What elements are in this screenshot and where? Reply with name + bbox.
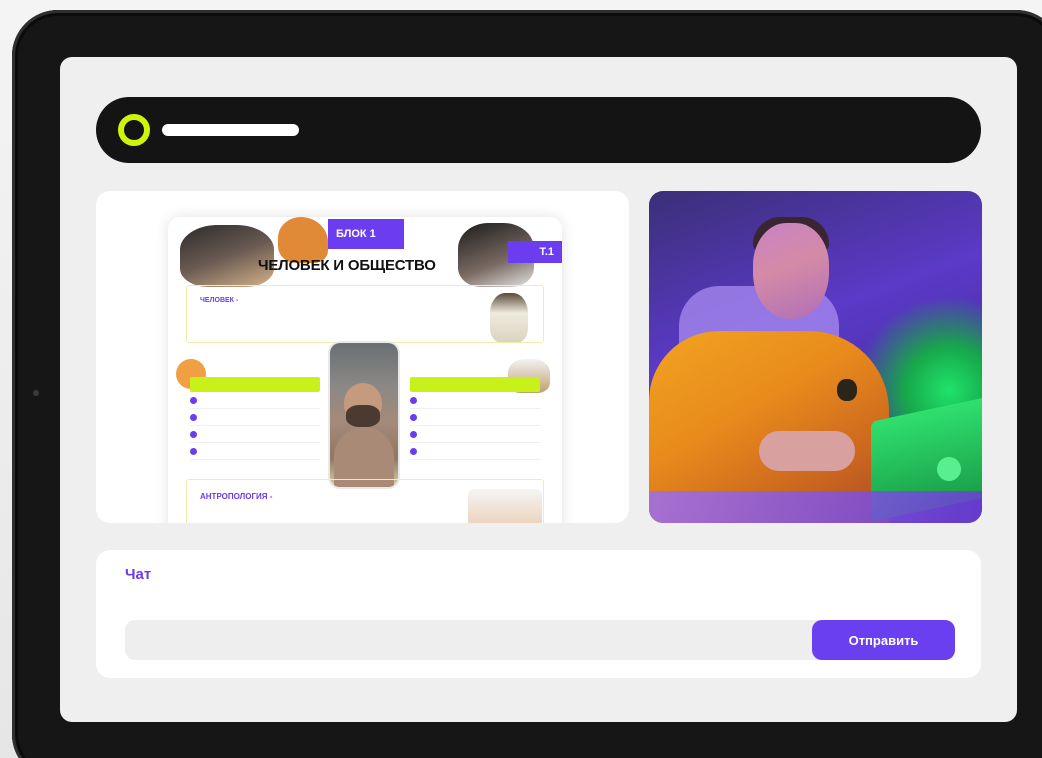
people-sticker-left	[180, 225, 274, 287]
photo-beard	[346, 405, 380, 427]
shirt-logo	[837, 379, 857, 401]
chat-title: Чат	[125, 566, 152, 583]
ring-icon	[118, 114, 150, 146]
label-person: ЧЕЛОВЕК -	[200, 297, 239, 304]
list-item	[190, 392, 320, 409]
app-screen: БЛОК 1 Т.1 ЧЕЛОВЕК И ОБЩЕСТВО ЧЕЛОВЕК -	[60, 57, 1017, 722]
top-bar	[96, 97, 981, 163]
desk-shape	[649, 491, 982, 523]
photo-body	[334, 427, 394, 487]
block-tag: БЛОК 1	[328, 219, 404, 249]
bullet-list-left	[190, 377, 320, 460]
topic-tag: Т.1	[508, 241, 562, 263]
chat-panel: Чат Отправить	[96, 550, 981, 678]
list-item	[410, 392, 540, 409]
highlight-bar-left	[190, 377, 320, 392]
camera-dot	[33, 390, 39, 396]
definition-box-anthropology	[186, 479, 544, 523]
list-item	[190, 426, 320, 443]
list-item	[410, 409, 540, 426]
label-anthropology: АНТРОПОЛОГИЯ -	[200, 492, 273, 501]
slide-title: ЧЕЛОВЕК И ОБЩЕСТВО	[258, 257, 436, 274]
list-item	[190, 443, 320, 460]
definition-box-person	[186, 285, 544, 343]
list-item	[190, 409, 320, 426]
slide-panel: БЛОК 1 Т.1 ЧЕЛОВЕК И ОБЩЕСТВО ЧЕЛОВЕК -	[96, 191, 629, 523]
highlight-bar-right	[410, 377, 540, 392]
worksheet-slide: БЛОК 1 Т.1 ЧЕЛОВЕК И ОБЩЕСТВО ЧЕЛОВЕК -	[168, 217, 562, 523]
presenter-head	[753, 223, 829, 319]
laptop-logo-dot	[937, 457, 961, 481]
send-button[interactable]: Отправить	[812, 620, 955, 660]
list-item	[410, 443, 540, 460]
presenter-video	[649, 191, 982, 523]
bullet-list-right	[410, 377, 540, 460]
title-placeholder-bar	[162, 124, 299, 136]
presenter-hands	[759, 431, 855, 471]
center-photo	[330, 343, 398, 487]
list-item	[410, 426, 540, 443]
